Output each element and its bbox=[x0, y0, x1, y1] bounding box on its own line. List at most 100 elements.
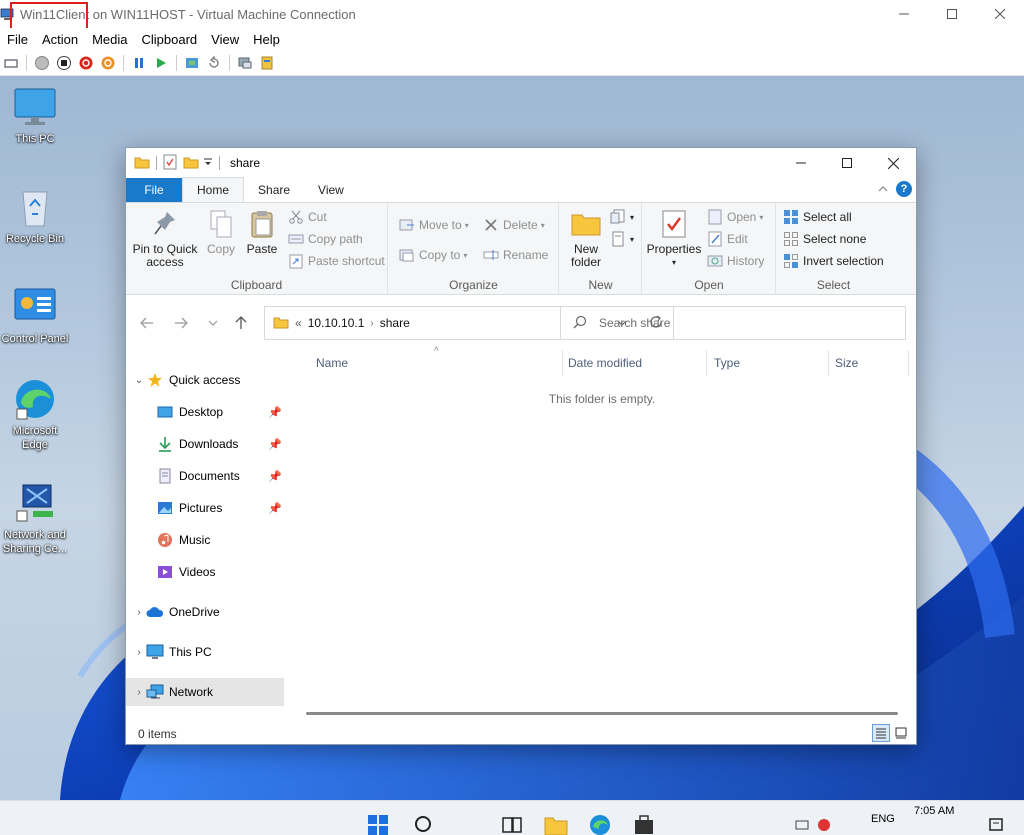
notifications-icon[interactable] bbox=[984, 813, 1008, 835]
nav-onedrive[interactable]: › OneDrive bbox=[126, 598, 284, 626]
desktop-icon-control-panel[interactable]: Control Panel bbox=[0, 284, 70, 346]
desktop-icon-recycle-bin[interactable]: Recycle Bin bbox=[0, 184, 70, 246]
column-divider[interactable] bbox=[562, 350, 563, 376]
back-arrow-icon[interactable] bbox=[138, 314, 156, 332]
explorer-minimize-button[interactable] bbox=[778, 148, 824, 178]
tab-view[interactable]: View bbox=[304, 178, 358, 202]
turn-off-icon[interactable] bbox=[55, 54, 73, 72]
up-arrow-icon[interactable] bbox=[232, 314, 250, 332]
pause-icon[interactable] bbox=[130, 54, 148, 72]
expand-chevron-icon[interactable]: › bbox=[132, 647, 146, 658]
nav-music[interactable]: Music bbox=[126, 526, 284, 554]
file-explorer-taskbar-icon[interactable] bbox=[544, 813, 568, 835]
copy-to-button[interactable]: Copy to ▾ bbox=[399, 245, 467, 265]
copy-button[interactable]: Copy bbox=[204, 207, 238, 256]
share-icon[interactable] bbox=[258, 54, 276, 72]
checkpoint-icon[interactable] bbox=[183, 54, 201, 72]
new-folder-qat-icon[interactable] bbox=[183, 155, 199, 172]
horizontal-scrollbar[interactable] bbox=[306, 712, 898, 715]
column-type[interactable]: Type bbox=[714, 356, 740, 370]
column-divider[interactable] bbox=[828, 350, 829, 376]
input-language-indicator[interactable]: ENG bbox=[871, 813, 895, 825]
pin-to-quick-access-button[interactable]: Pin to Quick access bbox=[132, 207, 198, 269]
properties-button[interactable]: Properties ▾ bbox=[645, 207, 703, 269]
forward-arrow-icon[interactable] bbox=[172, 314, 190, 332]
nav-desktop[interactable]: Desktop 📌 bbox=[126, 398, 284, 426]
tray-alert-icon[interactable] bbox=[812, 813, 836, 835]
nav-this-pc[interactable]: › This PC bbox=[126, 638, 284, 666]
menu-view[interactable]: View bbox=[204, 32, 246, 47]
paste-shortcut-button[interactable]: Paste shortcut bbox=[288, 251, 385, 271]
enhanced-session-icon[interactable] bbox=[236, 54, 254, 72]
tab-home[interactable]: Home bbox=[182, 177, 245, 202]
explorer-maximize-button[interactable] bbox=[824, 148, 870, 178]
expand-chevron-icon[interactable]: › bbox=[132, 607, 146, 618]
open-button[interactable]: Open ▾ bbox=[707, 207, 763, 227]
search-icon[interactable] bbox=[412, 813, 436, 835]
tray-network-icon[interactable] bbox=[790, 813, 814, 835]
details-view-icon[interactable] bbox=[872, 724, 890, 742]
easy-access-button[interactable]: ▾ bbox=[610, 229, 634, 249]
start-windows-icon[interactable] bbox=[366, 813, 390, 835]
ctrl-alt-del-icon[interactable] bbox=[2, 54, 20, 72]
nav-videos[interactable]: Videos bbox=[126, 558, 284, 586]
edge-taskbar-icon[interactable] bbox=[588, 813, 612, 835]
invert-selection-button[interactable]: Invert selection bbox=[783, 251, 884, 271]
edit-button[interactable]: Edit bbox=[707, 229, 748, 249]
breadcrumb-share[interactable]: share bbox=[380, 316, 410, 330]
explorer-close-button[interactable] bbox=[870, 148, 916, 178]
customize-qat-icon[interactable] bbox=[203, 156, 213, 170]
column-name[interactable]: Name bbox=[316, 356, 348, 370]
desktop-icon-this-pc[interactable]: This PC bbox=[0, 84, 70, 146]
breadcrumb-overflow[interactable]: « bbox=[295, 316, 302, 330]
expand-chevron-icon[interactable]: ⌄ bbox=[132, 375, 146, 386]
store-taskbar-icon[interactable] bbox=[632, 813, 656, 835]
clock-time[interactable]: 7:05 AM bbox=[914, 804, 954, 818]
desktop-icon-network-sharing[interactable]: Network and Sharing Ce... bbox=[0, 480, 70, 556]
revert-icon[interactable] bbox=[205, 54, 223, 72]
new-folder-button[interactable]: New folder bbox=[566, 207, 606, 269]
large-icons-view-icon[interactable] bbox=[892, 724, 910, 742]
properties-qat-icon[interactable] bbox=[163, 154, 177, 173]
search-box[interactable]: Search share bbox=[560, 306, 906, 340]
column-size[interactable]: Size bbox=[835, 356, 858, 370]
menu-clipboard[interactable]: Clipboard bbox=[135, 32, 205, 47]
select-all-button[interactable]: Select all bbox=[783, 207, 852, 227]
delete-button[interactable]: Delete ▾ bbox=[483, 215, 545, 235]
move-to-button[interactable]: Move to ▾ bbox=[399, 215, 469, 235]
select-none-button[interactable]: Select none bbox=[783, 229, 866, 249]
nav-downloads[interactable]: Downloads 📌 bbox=[126, 430, 284, 458]
help-icon[interactable]: ? bbox=[896, 181, 912, 197]
start-icon[interactable] bbox=[33, 54, 51, 72]
history-button[interactable]: History bbox=[707, 251, 764, 271]
task-view-icon[interactable] bbox=[500, 813, 524, 835]
vm-minimize-button[interactable] bbox=[880, 0, 928, 28]
vm-maximize-button[interactable] bbox=[928, 0, 976, 28]
recent-locations-chevron-icon[interactable] bbox=[204, 314, 222, 332]
column-date-modified[interactable]: Date modified bbox=[568, 356, 642, 370]
save-state-icon[interactable] bbox=[99, 54, 117, 72]
menu-file[interactable]: File bbox=[0, 32, 35, 47]
tab-file[interactable]: File bbox=[126, 178, 182, 202]
new-item-button[interactable]: ▾ bbox=[610, 207, 634, 227]
nav-quick-access[interactable]: ⌄ Quick access bbox=[126, 366, 284, 394]
expand-chevron-icon[interactable]: › bbox=[132, 687, 146, 698]
desktop-icon-edge[interactable]: Microsoft Edge bbox=[0, 376, 70, 452]
breadcrumb-host[interactable]: 10.10.10.1 bbox=[308, 316, 365, 330]
tab-share[interactable]: Share bbox=[244, 178, 304, 202]
nav-documents[interactable]: Documents 📌 bbox=[126, 462, 284, 490]
cut-button[interactable]: Cut bbox=[288, 207, 327, 227]
menu-media[interactable]: Media bbox=[85, 32, 134, 47]
collapse-ribbon-icon[interactable] bbox=[878, 182, 888, 196]
column-divider[interactable] bbox=[706, 350, 707, 376]
paste-button[interactable]: Paste bbox=[244, 207, 280, 256]
menu-help[interactable]: Help bbox=[246, 32, 287, 47]
vm-close-button[interactable] bbox=[976, 0, 1024, 28]
resume-icon[interactable] bbox=[152, 54, 170, 72]
nav-pictures[interactable]: Pictures 📌 bbox=[126, 494, 284, 522]
breadcrumb-separator-icon[interactable]: › bbox=[370, 318, 373, 329]
nav-network[interactable]: › Network bbox=[126, 678, 284, 706]
rename-button[interactable]: Rename bbox=[483, 245, 548, 265]
copy-path-button[interactable]: Copy path bbox=[288, 229, 363, 249]
shutdown-icon[interactable] bbox=[77, 54, 95, 72]
